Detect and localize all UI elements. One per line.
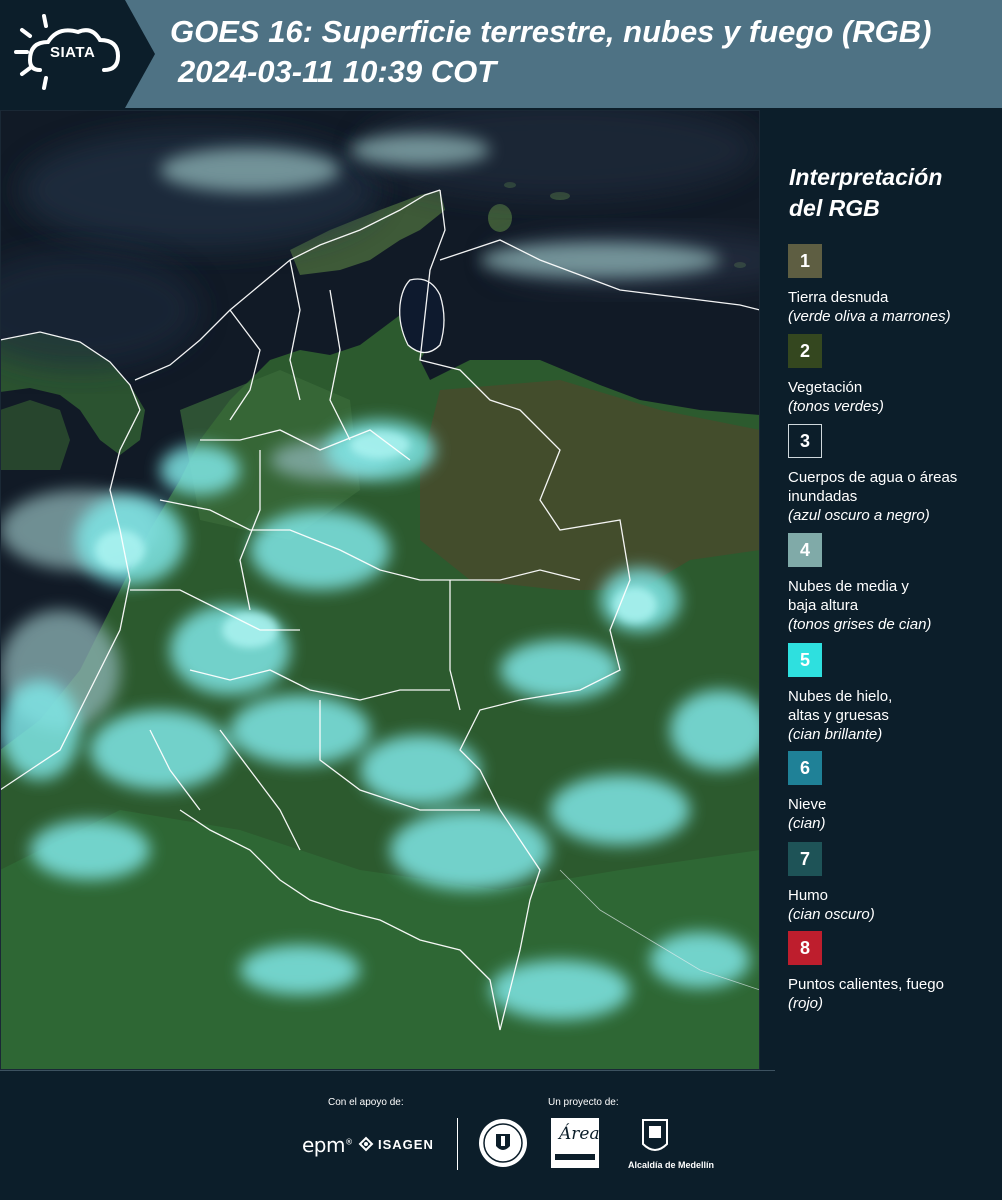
item-label: Vegetación: [788, 379, 863, 396]
legend-item-hotspots: 8 Puntos calientes, fuego (rojo): [788, 931, 998, 1013]
support-label: Con el apoyo de:: [328, 1097, 404, 1108]
legend-title-line1: Interpretación: [789, 164, 943, 190]
isagen-text: ISAGEN: [378, 1136, 434, 1152]
epm-logo-text: epm: [302, 1133, 345, 1157]
item-desc: (rojo): [788, 995, 824, 1012]
epm-logo: epm®: [302, 1133, 353, 1157]
alcaldia-shield-icon: [642, 1119, 668, 1151]
swatch-number: 5: [799, 649, 810, 670]
legend-item-bare-soil: 1 Tierra desnuda (verde oliva a marrones…: [788, 244, 998, 326]
logo-text: SIATA: [50, 44, 96, 61]
swatch-number: 2: [799, 340, 810, 361]
satellite-image: [0, 110, 760, 1070]
item-label: Cuerpos de agua o áreas inundadas: [788, 469, 958, 505]
item-desc: (tonos verdes): [788, 398, 884, 415]
page-title: GOES 16: Superficie terrestre, nubes y f…: [170, 14, 932, 49]
item-label: Humo: [788, 887, 829, 904]
swatch: 3: [788, 424, 822, 458]
legend-item-smoke: 7 Humo (cian oscuro): [788, 842, 998, 924]
swatch-number: 8: [799, 937, 810, 958]
legend-item-snow: 6 Nieve (cian): [788, 751, 998, 833]
page-timestamp: 2024-03-11 10:39 COT: [178, 54, 497, 89]
legend-item-water: 3 Cuerpos de agua o áreas inundadas (azu…: [788, 424, 998, 525]
swatch-number: 1: [799, 250, 810, 271]
item-label: Nubes de hielo, altas y gruesas: [788, 688, 893, 724]
header-bar: SIATA GOES 16: Superficie terrestre, nub…: [0, 0, 1002, 108]
satellite-map: [0, 110, 760, 1070]
item-desc: (cian oscuro): [788, 906, 875, 923]
swatch: 8: [788, 931, 822, 965]
item-label: Puntos calientes, fuego: [788, 976, 944, 993]
logo-divider: [457, 1118, 458, 1170]
swatch-number: 4: [799, 539, 810, 560]
item-desc: (tonos grises de cian): [788, 616, 932, 633]
swatch: 1: [788, 244, 822, 278]
isagen-icon: [358, 1136, 374, 1152]
swatch-number: 3: [799, 430, 810, 451]
item-desc: (cian brillante): [788, 726, 883, 743]
swatch-number: 7: [799, 848, 810, 869]
legend-title-line2: del RGB: [789, 195, 880, 221]
legend-item-vegetation: 2 Vegetación (tonos verdes): [788, 334, 998, 416]
alcaldia-text: Alcaldía de Medellín: [628, 1160, 715, 1170]
item-label: Tierra desnuda: [788, 289, 889, 306]
rgb-legend: Interpretación del RGB 1 Tierra desnuda …: [762, 110, 1002, 1070]
legend-item-mid-low-clouds: 4 Nubes de media y baja altura (tonos gr…: [788, 533, 998, 634]
swatch: 7: [788, 842, 822, 876]
area-metropolitana-logo: Área: [551, 1118, 600, 1173]
footer: Con el apoyo de: Un proyecto de: epm® IS…: [0, 1070, 1002, 1200]
siata-logo: SIATA: [0, 0, 160, 108]
legend-title: Interpretación del RGB: [789, 162, 989, 224]
project-label: Un proyecto de:: [548, 1097, 619, 1108]
area-logo-text: Área: [559, 1124, 600, 1144]
swatch: 4: [788, 533, 822, 567]
isagen-logo: ISAGEN: [358, 1133, 434, 1155]
swatch-number: 6: [799, 757, 810, 778]
university-seal-icon: [479, 1119, 527, 1167]
legend-item-ice-clouds: 5 Nubes de hielo, altas y gruesas (cian …: [788, 643, 998, 744]
swatch: 2: [788, 334, 822, 368]
item-label: Nieve: [788, 796, 827, 813]
swatch: 5: [788, 643, 822, 677]
item-label: Nubes de media y baja altura: [788, 578, 909, 614]
item-desc: (azul oscuro a negro): [788, 507, 930, 524]
swatch: 6: [788, 751, 822, 785]
footer-divider: [0, 1070, 775, 1071]
item-desc: (cian): [788, 815, 826, 832]
item-desc: (verde oliva a marrones): [788, 308, 951, 325]
